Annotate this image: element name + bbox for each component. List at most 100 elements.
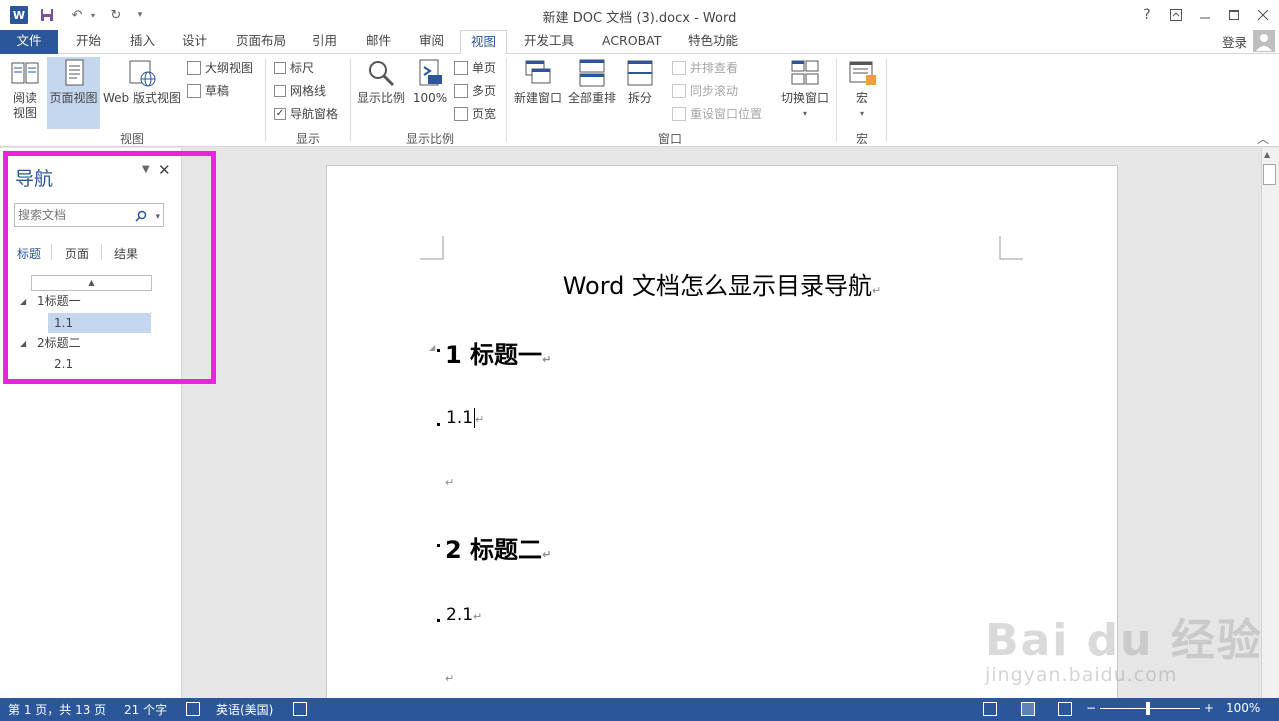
tab-developer[interactable]: 开发工具 (514, 30, 584, 54)
macro-recording-icon[interactable] (293, 702, 307, 716)
nav-pane-checkbox[interactable]: ✓ 导航窗格 (274, 105, 338, 123)
tab-home[interactable]: 开始 (66, 30, 111, 54)
tab-design[interactable]: 设计 (172, 30, 217, 54)
paragraph-mark: ↵ (872, 284, 882, 297)
reset-window-position-button[interactable]: 重设窗口位置 (672, 105, 762, 123)
new-window-label: 新建窗口 (513, 91, 562, 105)
vertical-scrollbar[interactable] (1261, 148, 1279, 698)
side-by-side-button[interactable]: 并排查看 (672, 59, 738, 77)
nav-tab-pages[interactable]: 页面 (65, 245, 89, 262)
zoom-in-button[interactable]: + (1204, 701, 1214, 715)
page-width-button[interactable]: 页宽 (454, 105, 496, 123)
heading-1[interactable]: 2 标题二↵ (445, 530, 551, 565)
zoom-slider-thumb[interactable] (1146, 702, 1150, 715)
nav-tree-item[interactable]: 1.1 (54, 313, 73, 333)
tab-insert[interactable]: 插入 (120, 30, 165, 54)
nav-pane-options-icon[interactable]: ▼ (142, 164, 150, 175)
ribbon-display-options-button[interactable] (1163, 4, 1189, 26)
zoom-out-button[interactable]: − (1086, 701, 1096, 715)
print-layout-icon (58, 57, 90, 89)
status-bar: 第 1 页，共 13 页 21 个字 英语(美国) − + 100% (0, 698, 1279, 721)
nav-tab-results[interactable]: 结果 (114, 245, 138, 262)
nav-search-input[interactable] (18, 208, 126, 222)
print-layout-button[interactable]: 页面视图 (47, 57, 100, 129)
close-button[interactable] (1250, 4, 1276, 26)
zoom-100-button[interactable]: 100% (410, 57, 450, 106)
scroll-up-arrow-icon[interactable]: ▲ (1264, 150, 1270, 159)
arrange-all-button[interactable]: 全部重排 (566, 57, 618, 106)
heading-2[interactable]: 2.1↵ (446, 605, 482, 625)
avatar[interactable] (1253, 30, 1275, 52)
tab-page-layout[interactable]: 页面布局 (226, 30, 296, 54)
web-layout-button[interactable]: Web 版式视图 (101, 57, 183, 106)
zoom-button[interactable]: 显示比例 (354, 57, 408, 106)
paragraph-mark: ↵ (542, 353, 552, 366)
tab-acrobat[interactable]: ACROBAT (592, 30, 671, 54)
language[interactable]: 英语(美国) (216, 701, 273, 718)
gridlines-checkbox[interactable]: 网格线 (274, 82, 326, 100)
maximize-button[interactable] (1221, 4, 1247, 26)
nav-pane-close-icon[interactable]: ✕ (158, 161, 171, 179)
web-layout-view-icon[interactable] (1058, 702, 1072, 716)
paragraph-mark: ↵ (473, 610, 483, 623)
heading-1[interactable]: 1 标题一↵ (445, 335, 551, 370)
nav-tab-headings[interactable]: 标题 (17, 245, 41, 262)
macros-button[interactable]: 宏 ▾ (843, 57, 881, 121)
collapse-heading-icon[interactable]: ◢ (429, 343, 435, 352)
read-mode-view-icon[interactable] (983, 702, 997, 716)
collapse-ribbon-icon[interactable]: ︿ (1257, 130, 1269, 147)
tab-mailings[interactable]: 邮件 (356, 30, 401, 54)
tab-review[interactable]: 审阅 (409, 30, 454, 54)
macros-label: 宏 (855, 91, 868, 105)
tab-file[interactable]: 文件 (0, 30, 58, 54)
tab-special-features[interactable]: 特色功能 (678, 30, 748, 54)
margin-corner-mark (420, 236, 444, 260)
outline-button[interactable]: 大纲视图 (187, 59, 253, 77)
split-button[interactable]: 拆分 (621, 57, 659, 106)
sync-scroll-button[interactable]: 同步滚动 (672, 82, 738, 100)
ruler-checkbox[interactable]: 标尺 (274, 59, 314, 77)
draft-button[interactable]: 草稿 (187, 82, 229, 100)
nav-tree-item[interactable]: 2标题二 (37, 333, 81, 353)
zoom-slider[interactable] (1100, 708, 1200, 709)
tab-references[interactable]: 引用 (302, 30, 347, 54)
multiple-pages-button[interactable]: 多页 (454, 82, 496, 100)
zoom-level[interactable]: 100% (1226, 701, 1260, 715)
search-icon[interactable] (135, 207, 147, 229)
switch-windows-button[interactable]: 切换窗口 ▾ (779, 57, 831, 121)
nav-tree-item[interactable]: 1标题一 (37, 291, 81, 311)
document-title[interactable]: Word 文档怎么显示目录导航↵ (326, 266, 1118, 301)
heading-2-text: 1.1 (446, 408, 474, 428)
nav-search-box[interactable]: ▾ (14, 203, 164, 227)
print-layout-view-icon[interactable] (1021, 702, 1035, 716)
gridlines-check-box[interactable] (274, 85, 286, 97)
collapse-triangle-icon[interactable]: ◢ (20, 339, 26, 348)
empty-paragraph-mark: ↵ (445, 476, 455, 489)
nav-scroll-up-button[interactable]: ▲ (31, 275, 152, 291)
reset-window-position-icon (672, 107, 686, 121)
split-icon (624, 57, 656, 89)
minimize-button[interactable] (1192, 4, 1218, 26)
word-count[interactable]: 21 个字 (124, 701, 167, 718)
tab-view[interactable]: 视图 (460, 30, 508, 55)
nav-tree-item[interactable]: 2.1 (54, 354, 73, 374)
sign-in-link[interactable]: 登录 (1222, 32, 1247, 51)
read-mode-button[interactable]: 阅读 视图 (4, 57, 46, 121)
proofing-icon[interactable] (186, 702, 200, 716)
one-page-button[interactable]: 单页 (454, 59, 496, 77)
side-by-side-icon (672, 61, 686, 75)
heading-2[interactable]: 1.1 ↵ (446, 408, 484, 428)
web-layout-icon (126, 57, 158, 89)
scrollbar-thumb[interactable] (1263, 164, 1276, 185)
collapse-triangle-icon[interactable]: ◢ (20, 297, 26, 306)
page-count[interactable]: 第 1 页，共 13 页 (8, 701, 106, 718)
search-dropdown-icon[interactable]: ▾ (155, 206, 160, 228)
sync-scroll-icon (672, 84, 686, 98)
ruler-check-box[interactable] (274, 62, 286, 74)
separator (350, 58, 351, 142)
nav-pane-check-box[interactable]: ✓ (274, 108, 286, 120)
new-window-button[interactable]: 新建窗口 (511, 57, 565, 106)
help-button[interactable]: ? (1134, 4, 1160, 26)
empty-paragraph-mark: ↵ (445, 672, 455, 685)
new-window-icon (522, 57, 554, 89)
